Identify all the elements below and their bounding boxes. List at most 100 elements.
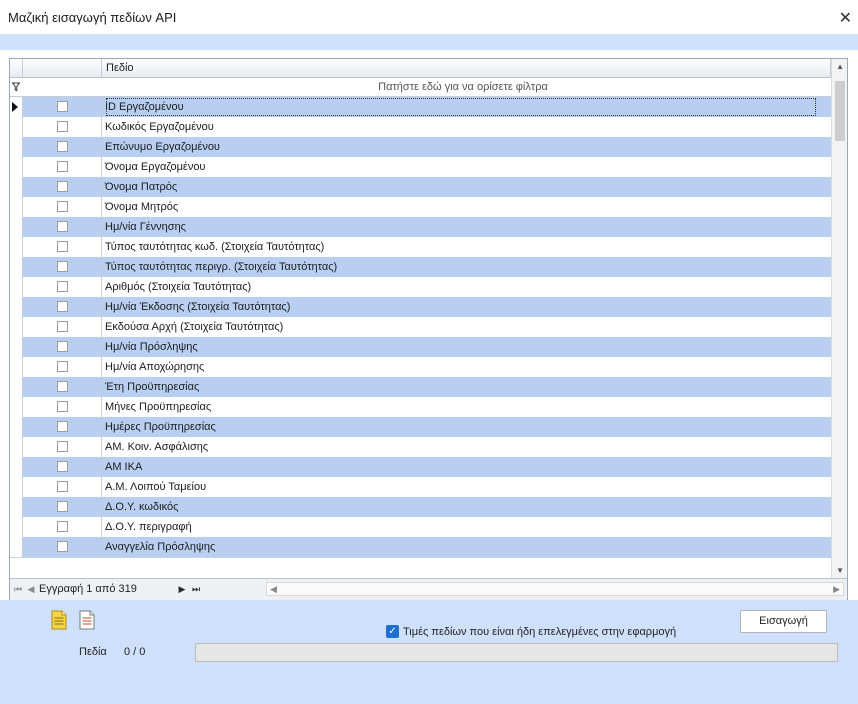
row-indicator [10, 197, 23, 217]
horizontal-scrollbar[interactable]: ◀ ▶ [266, 582, 844, 596]
field-name: Δ.Ο.Υ. κωδικός [105, 501, 179, 513]
row-indicator [10, 337, 23, 357]
table-row[interactable]: Όνομα Εργαζομένου [10, 157, 832, 178]
row-checkbox[interactable] [57, 221, 68, 232]
filter-icon[interactable] [12, 82, 20, 92]
row-checkbox[interactable] [57, 321, 68, 332]
field-name: Ημ/νία Έκδοσης (Στοιχεία Ταυτότητας) [105, 301, 291, 313]
row-checkbox[interactable] [57, 241, 68, 252]
table-row[interactable]: ID Εργαζομένου [10, 97, 832, 118]
row-checkbox[interactable] [57, 461, 68, 472]
table-row[interactable]: Όνομα Πατρός [10, 177, 832, 198]
row-checkbox-cell [23, 177, 102, 197]
nav-first-button[interactable]: ⏮ [12, 582, 24, 596]
row-checkbox[interactable] [57, 101, 68, 112]
already-selected-label: Τιμές πεδίων που είναι ήδη επελεγμένες σ… [403, 625, 677, 638]
nav-prev-button[interactable]: ◀ [25, 582, 37, 596]
field-name: Έτη Προϋπηρεσίας [105, 381, 200, 393]
row-checkbox[interactable] [57, 421, 68, 432]
import-button[interactable]: Εισαγωγή [740, 610, 827, 633]
import-progress-bar [195, 643, 838, 662]
row-checkbox[interactable] [57, 161, 68, 172]
field-name: Εκδούσα Αρχή (Στοιχεία Ταυτότητας) [105, 321, 284, 333]
row-checkbox[interactable] [57, 481, 68, 492]
row-checkbox[interactable] [57, 141, 68, 152]
field-name: Μήνες Προϋπηρεσίας [105, 401, 212, 413]
field-name: Ημέρες Προϋπηρεσίας [105, 421, 216, 433]
already-selected-checkbox[interactable]: ✓ [386, 625, 399, 638]
filter-row[interactable]: Πατήστε εδώ για να ορίσετε φίλτρα [10, 78, 847, 97]
row-checkbox[interactable] [57, 381, 68, 392]
row-checkbox-cell [23, 217, 102, 237]
table-row[interactable]: ΑΜ. Κοιν. Ασφάλισης [10, 437, 832, 458]
row-checkbox[interactable] [57, 501, 68, 512]
scroll-right-icon[interactable]: ▶ [833, 583, 840, 595]
scroll-left-icon[interactable]: ◀ [270, 583, 277, 595]
vertical-scrollbar[interactable]: ▲ ▼ [831, 59, 847, 578]
scroll-up-icon[interactable]: ▲ [836, 62, 844, 71]
table-row[interactable]: Μήνες Προϋπηρεσίας [10, 397, 832, 418]
table-row[interactable]: Τύπος ταυτότητας κωδ. (Στοιχεία Ταυτότητ… [10, 237, 832, 258]
row-checkbox-cell [23, 417, 102, 437]
row-checkbox[interactable] [57, 361, 68, 372]
row-checkbox[interactable] [57, 181, 68, 192]
table-row[interactable]: Επώνυμο Εργαζομένου [10, 137, 832, 158]
record-count: Εγγραφή 1 από 319 [39, 583, 137, 595]
row-checkbox[interactable] [57, 401, 68, 412]
current-row-arrow-icon [12, 102, 18, 112]
row-checkbox[interactable] [57, 541, 68, 552]
field-name: Αριθμός (Στοιχεία Ταυτότητας) [105, 281, 252, 293]
row-indicator-header [10, 59, 23, 77]
row-checkbox-cell [23, 377, 102, 397]
checkbox-column-header[interactable] [23, 59, 102, 77]
table-row[interactable]: Εκδούσα Αρχή (Στοιχεία Ταυτότητας) [10, 317, 832, 338]
already-selected-option[interactable]: ✓ Τιμές πεδίων που είναι ήδη επελεγμένες… [386, 625, 676, 638]
fields-label: Πεδία [79, 646, 107, 658]
table-row[interactable]: Α.Μ. Λοιπού Ταμείου [10, 477, 832, 498]
row-checkbox[interactable] [57, 301, 68, 312]
nav-last-button[interactable]: ⏭ [190, 582, 202, 596]
row-checkbox[interactable] [57, 201, 68, 212]
table-row[interactable]: Δ.Ο.Υ. περιγραφή [10, 517, 832, 538]
row-checkbox[interactable] [57, 121, 68, 132]
table-row[interactable]: Ημ/νία Αποχώρησης [10, 357, 832, 378]
table-row[interactable]: Τύπος ταυτότητας περιγρ. (Στοιχεία Ταυτό… [10, 257, 832, 278]
field-column-label: Πεδίο [106, 62, 134, 74]
field-column-header[interactable]: Πεδίο [102, 59, 831, 77]
row-checkbox[interactable] [57, 281, 68, 292]
footer-panel: ✓ Τιμές πεδίων που είναι ήδη επελεγμένες… [0, 600, 858, 704]
table-row[interactable]: Ημ/νία Έκδοσης (Στοιχεία Ταυτότητας) [10, 297, 832, 318]
scroll-thumb[interactable] [835, 81, 845, 141]
table-row[interactable]: Δ.Ο.Υ. κωδικός [10, 497, 832, 518]
table-row[interactable]: Αναγγελία Πρόσληψης [10, 537, 832, 558]
table-row[interactable]: Όνομα Μητρός [10, 197, 832, 218]
document-lines-icon[interactable] [79, 610, 95, 630]
row-checkbox[interactable] [57, 521, 68, 532]
row-checkbox[interactable] [57, 441, 68, 452]
row-indicator [10, 237, 23, 257]
row-checkbox-cell [23, 117, 102, 137]
row-checkbox[interactable] [57, 261, 68, 272]
row-indicator [10, 217, 23, 237]
row-indicator [10, 517, 23, 537]
table-row[interactable]: Αριθμός (Στοιχεία Ταυτότητας) [10, 277, 832, 298]
row-checkbox[interactable] [57, 341, 68, 352]
table-row[interactable]: Ημ/νία Γέννησης [10, 217, 832, 238]
table-row[interactable]: Ημέρες Προϋπηρεσίας [10, 417, 832, 438]
table-row[interactable]: Ημ/νία Πρόσληψης [10, 337, 832, 358]
field-name: Τύπος ταυτότητας κωδ. (Στοιχεία Ταυτότητ… [105, 241, 325, 253]
nav-next-button[interactable]: ▶ [176, 582, 188, 596]
row-indicator [10, 417, 23, 437]
filter-placeholder[interactable]: Πατήστε εδώ για να ορίσετε φίλτρα [102, 78, 824, 96]
field-name: Δ.Ο.Υ. περιγραφή [105, 521, 192, 533]
row-checkbox-cell [23, 197, 102, 217]
field-name: Όνομα Μητρός [105, 201, 179, 213]
table-row[interactable]: Κωδικός Εργαζομένου [10, 117, 832, 138]
table-row[interactable]: ΑΜ ΙΚΑ [10, 457, 832, 478]
table-row[interactable]: Έτη Προϋπηρεσίας [10, 377, 832, 398]
close-icon[interactable]: ✕ [839, 8, 852, 28]
row-checkbox-cell [23, 357, 102, 377]
row-indicator [10, 457, 23, 477]
document-yellow-icon[interactable] [51, 610, 67, 630]
scroll-down-icon[interactable]: ▼ [836, 566, 844, 575]
